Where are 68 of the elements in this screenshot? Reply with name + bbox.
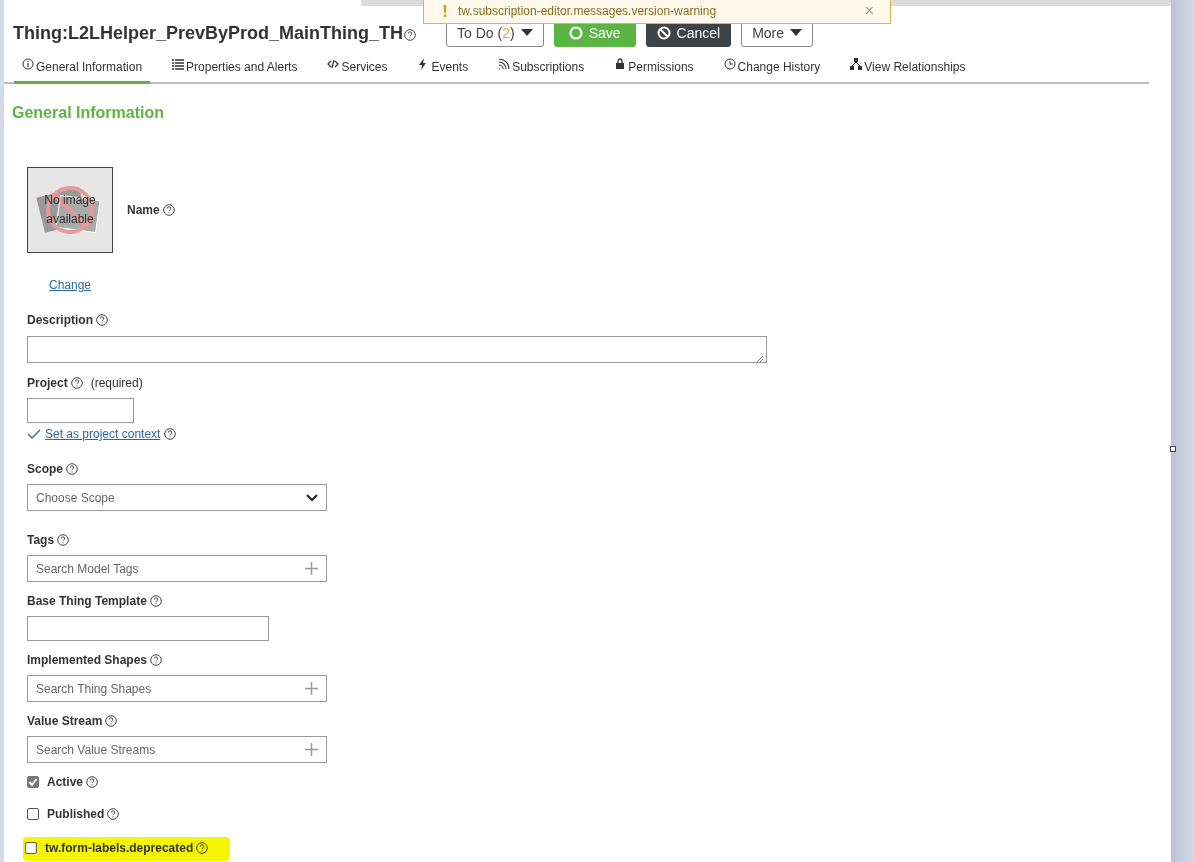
tab[interactable]: Permissions (606, 50, 702, 84)
project-context-link[interactable]: Set as project context (45, 425, 161, 443)
help-icon[interactable] (164, 428, 177, 440)
lock-icon (614, 58, 627, 70)
plus-icon[interactable] (305, 743, 318, 756)
tab[interactable]: General Information (14, 50, 151, 84)
check-icon (27, 429, 41, 439)
field-label: Base Thing Template (27, 593, 147, 610)
page-title: Thing:L2LHelper_PrevByProd_MainThing_TH (13, 21, 404, 45)
plus-icon[interactable] (305, 562, 318, 575)
field-label: Name (127, 202, 160, 219)
caret-icon (520, 29, 533, 37)
scope-dropdown[interactable]: Choose Scope (27, 484, 327, 511)
field-label: Project (27, 375, 68, 392)
help-icon[interactable] (57, 534, 70, 546)
help-icon[interactable] (196, 842, 209, 854)
circle-icon (568, 26, 583, 40)
help-icon[interactable] (162, 204, 175, 216)
help-icon[interactable] (105, 715, 118, 727)
field-label: tw.form-labels.deprecated (45, 840, 194, 857)
help-icon[interactable] (70, 377, 83, 389)
hierarchy-icon (850, 58, 863, 70)
plus-icon[interactable] (305, 682, 318, 695)
project-field[interactable] (27, 398, 134, 423)
help-icon[interactable] (96, 314, 108, 326)
help-icon[interactable] (150, 654, 163, 666)
image-caption: No image available (43, 192, 97, 228)
tab[interactable]: Properties and Alerts (164, 50, 306, 84)
rss-icon (498, 58, 511, 70)
help-icon[interactable] (149, 595, 162, 607)
resize-grip-icon[interactable] (756, 354, 764, 363)
field-label: Value Stream (27, 713, 103, 730)
search-field[interactable]: Search Value Streams (27, 736, 327, 763)
tab[interactable]: Services (319, 50, 396, 84)
chevron-icon (306, 493, 318, 502)
section-heading: General Information (12, 103, 166, 123)
help-icon[interactable] (86, 776, 99, 788)
change-link[interactable]: Change (49, 276, 92, 294)
field-label: Description (27, 312, 93, 329)
search-field[interactable]: Search Model Tags (27, 555, 327, 582)
field-label: Published (47, 806, 105, 823)
list-icon (172, 58, 185, 70)
search-field[interactable]: Search Thing Shapes (27, 675, 327, 702)
help-icon[interactable] (66, 463, 78, 475)
code-icon (327, 58, 340, 70)
resize-handle-icon[interactable] (1170, 446, 1176, 452)
field-label: Scope (27, 461, 63, 478)
info-icon (22, 58, 34, 70)
checkbox[interactable] (25, 842, 37, 854)
help-icon[interactable] (107, 808, 120, 820)
required-note: (required) (90, 375, 143, 392)
tab[interactable]: Subscriptions (490, 50, 593, 84)
tab[interactable]: Change History (715, 50, 829, 84)
caret-icon (790, 29, 803, 37)
warning-icon (442, 3, 448, 18)
help-icon[interactable] (404, 29, 417, 42)
field-label: Active (47, 774, 84, 791)
ban-icon (656, 26, 671, 40)
tab[interactable]: View Relationships (842, 50, 974, 84)
checkbox[interactable] (27, 808, 39, 820)
checkbox[interactable] (27, 776, 39, 788)
description-field[interactable] (27, 336, 767, 363)
field-label: Tags (27, 532, 55, 549)
alert-message: tw.subscription-editor.messages.version-warning (458, 2, 717, 20)
clock-icon (723, 58, 736, 70)
field-label: Implemented Shapes (27, 652, 148, 669)
template-field[interactable] (27, 616, 269, 641)
tab[interactable]: Events (409, 50, 477, 84)
